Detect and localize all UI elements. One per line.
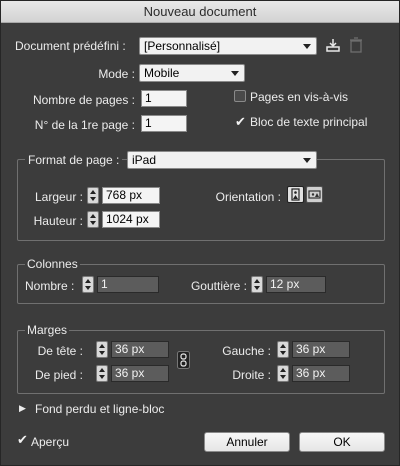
- width-stepper[interactable]: [87, 187, 99, 204]
- page-format-label: Format de page :: [25, 153, 123, 167]
- height-input[interactable]: 1024 px: [102, 211, 160, 228]
- chevron-down-icon: [231, 71, 239, 76]
- gutter-stepper[interactable]: [251, 276, 263, 293]
- pages-label: Nombre de pages :: [32, 93, 135, 107]
- save-preset-icon[interactable]: [325, 37, 341, 53]
- primary-text-frame-label: Bloc de texte principal: [250, 115, 368, 129]
- ok-button[interactable]: OK: [299, 432, 385, 452]
- disclosure-triangle-icon[interactable]: ▶: [19, 403, 26, 414]
- bleed-slug-toggle[interactable]: Fond perdu et ligne-bloc: [35, 402, 164, 416]
- link-icon[interactable]: [177, 351, 190, 369]
- bottom-margin-label: De pied :: [34, 368, 83, 382]
- cancel-button[interactable]: Annuler: [204, 432, 290, 452]
- columns-number-label: Nombre :: [25, 279, 75, 293]
- right-margin-stepper[interactable]: [277, 365, 289, 382]
- mode-label: Mode :: [98, 67, 135, 81]
- columns-number-input[interactable]: 1: [97, 276, 159, 293]
- bottom-margin-stepper[interactable]: [96, 365, 108, 382]
- columns-title: Colonnes: [25, 257, 80, 271]
- first-page-label: N° de la 1re page :: [34, 118, 135, 132]
- landscape-icon: [308, 190, 321, 199]
- page-format-select[interactable]: iPad: [127, 151, 317, 169]
- portrait-orientation-button[interactable]: [287, 186, 304, 203]
- preview-checkbox[interactable]: ✔: [17, 433, 28, 446]
- left-margin-label: Gauche :: [222, 344, 271, 358]
- preset-label: Document prédéfini :: [15, 39, 126, 53]
- height-label: Hauteur :: [33, 214, 83, 228]
- preset-select[interactable]: [Personnalisé]: [139, 37, 317, 55]
- top-margin-stepper[interactable]: [96, 341, 108, 358]
- checkmark-icon: ✔: [235, 114, 246, 129]
- mode-select[interactable]: Mobile: [139, 64, 245, 82]
- mode-value: Mobile: [144, 66, 180, 80]
- first-page-input[interactable]: 1: [141, 115, 187, 132]
- preset-value: [Personnalisé]: [144, 39, 221, 53]
- orientation-label: Orientation :: [215, 190, 281, 204]
- window-title: Nouveau document: [143, 4, 257, 19]
- portrait-icon: [291, 188, 300, 201]
- facing-pages-checkbox[interactable]: [234, 90, 246, 102]
- bottom-margin-input[interactable]: 36 px: [111, 365, 169, 382]
- top-margin-input[interactable]: 36 px: [111, 341, 169, 358]
- facing-pages-label: Pages en vis-à-vis: [250, 90, 349, 104]
- right-margin-label: Droite :: [232, 368, 271, 382]
- gutter-label: Gouttière :: [190, 279, 247, 293]
- margins-group: [17, 330, 385, 394]
- landscape-orientation-button[interactable]: [306, 186, 323, 203]
- primary-text-frame-checkbox[interactable]: ✔: [234, 114, 246, 129]
- left-margin-stepper[interactable]: [277, 341, 289, 358]
- gutter-input[interactable]: 12 px: [266, 276, 326, 293]
- title-bar: Nouveau document: [1, 1, 399, 23]
- right-margin-input[interactable]: 36 px: [292, 365, 350, 382]
- columns-number-stepper[interactable]: [82, 276, 94, 293]
- width-label: Largeur :: [34, 190, 83, 204]
- page-format-value: iPad: [132, 153, 157, 167]
- new-document-dialog: Nouveau document Document prédéfini : [P…: [0, 0, 400, 466]
- trash-icon[interactable]: [349, 37, 363, 53]
- width-input[interactable]: 768 px: [102, 187, 160, 204]
- chevron-down-icon: [303, 158, 311, 163]
- preview-label: Aperçu: [31, 435, 70, 449]
- top-margin-label: De tête :: [37, 344, 83, 358]
- chevron-down-icon: [303, 44, 311, 49]
- pages-input[interactable]: 1: [141, 90, 187, 107]
- margins-title: Marges: [25, 323, 70, 337]
- height-stepper[interactable]: [87, 211, 99, 228]
- left-margin-input[interactable]: 36 px: [292, 341, 350, 358]
